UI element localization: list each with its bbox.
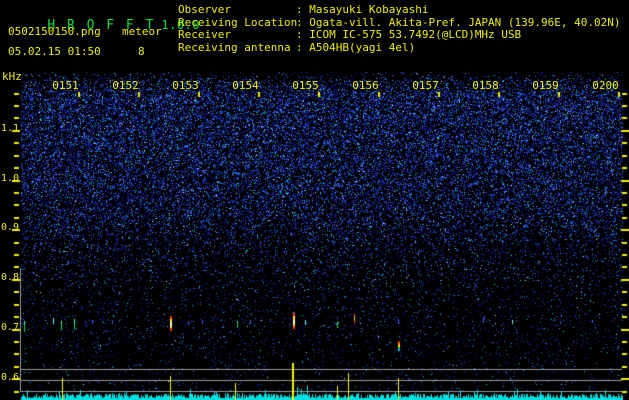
time-label-0155: 0155: [292, 79, 319, 92]
freq-label-0.6: 0.6: [0, 371, 19, 383]
time-label-0157: 0157: [412, 79, 439, 92]
info-value: A504HB(yagi 4el): [309, 40, 416, 54]
station-info-block: Observer: Masayuki Kobayashi Receiving Lo…: [178, 3, 621, 55]
info-label: Receiver: [178, 28, 231, 42]
output-filename: 0502150150.png: [8, 25, 101, 38]
info-label: Receiving antenna: [178, 40, 291, 54]
time-label-0200: 0200: [592, 79, 619, 92]
info-value: ICOM IC-575 53.7492(@LCD)MHz USB: [309, 28, 522, 42]
freq-label-1.0: 1.0: [0, 172, 19, 184]
freq-label-0.8: 0.8: [0, 272, 19, 284]
time-label-0151: 0151: [52, 79, 79, 92]
freq-unit-label: kHz: [2, 70, 22, 83]
time-label-0154: 0154: [232, 79, 259, 92]
mode-label: meteor: [122, 25, 162, 38]
info-colon: :: [296, 3, 310, 16]
datetime-label: 05.02.15 01:50: [8, 45, 101, 58]
info-row: Receiver: ICOM IC-575 53.7492(@LCD)MHz U…: [178, 29, 621, 42]
info-value: Masayuki Kobayashi: [309, 3, 429, 16]
info-colon: :: [296, 40, 310, 54]
info-label: Observer: [178, 3, 231, 16]
time-label-0156: 0156: [352, 79, 379, 92]
freq-label-1.1: 1.1: [0, 123, 19, 134]
time-label-0159: 0159: [532, 79, 559, 92]
count-value: 8: [138, 45, 145, 58]
info-row: Receiving antenna: A504HB(yagi 4el): [178, 40, 621, 55]
freq-label-0.7: 0.7: [0, 321, 19, 333]
time-label-0158: 0158: [472, 79, 499, 92]
info-row: Observer: Masayuki Kobayashi: [178, 3, 621, 17]
info-colon: :: [296, 28, 310, 42]
time-label-0152: 0152: [112, 79, 139, 92]
hrofft-window: H R O F F T 1.0.0 0502150150.png meteor 0…: [0, 0, 629, 400]
time-label-0153: 0153: [172, 79, 199, 92]
freq-label-0.9: 0.9: [0, 222, 19, 234]
spectrogram-canvas: [0, 0, 629, 400]
